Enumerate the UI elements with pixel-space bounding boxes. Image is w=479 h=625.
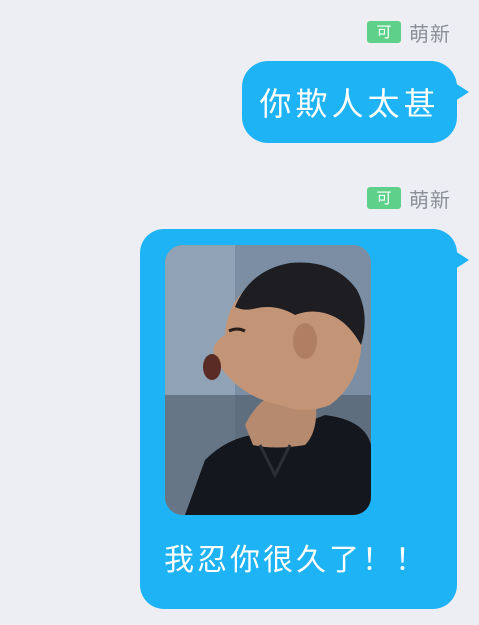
message-sender: 可 萌新 [367,18,451,47]
bubble-tail [455,83,469,101]
image-message-bubble[interactable]: 我忍你很久了！！ [140,229,469,609]
member-level-badge: 可 [367,187,401,209]
message-bubble[interactable]: 你欺人太甚 [242,61,469,143]
bubble-tail [455,251,469,269]
meme-image[interactable] [165,245,371,515]
message-sender: 可 萌新 [367,184,451,213]
sender-name[interactable]: 萌新 [409,18,451,47]
chat-window: 可 萌新 你欺人太甚 可 萌新 我忍你很久了！！ [0,0,479,625]
sender-name[interactable]: 萌新 [409,184,451,213]
image-caption: 我忍你很久了！！ [164,543,428,578]
man-shouting-picture [165,245,371,515]
message-text: 你欺人太甚 [259,85,440,123]
member-level-badge: 可 [367,21,401,43]
